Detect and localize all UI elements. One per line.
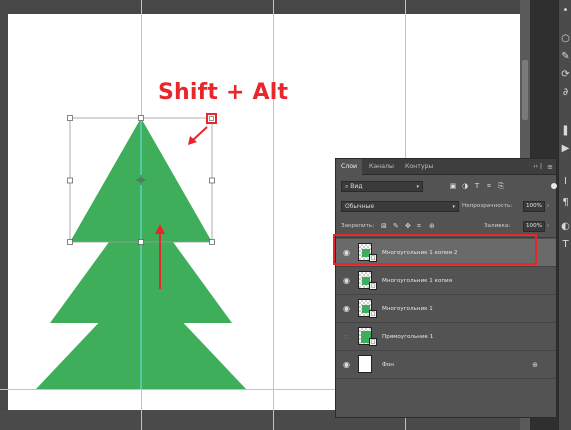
tab-channels[interactable]: Каналы (364, 159, 399, 175)
lock-all-icon[interactable]: ⊕ (429, 221, 435, 232)
tab-layers[interactable]: Слои (336, 159, 363, 175)
handle-bottom-right (209, 239, 215, 245)
arrow-diagonal-icon (188, 126, 208, 145)
play-icon[interactable]: ▶ (560, 142, 571, 156)
filter-row: ⌕ Вид ▾ ▣ ◑ T ⌗ ⎘ (341, 181, 557, 193)
panel-menu-icon[interactable]: ≡ (547, 159, 553, 175)
handle-middle-left (67, 177, 73, 184)
shortcut-hint-text: Shift + Alt (158, 80, 289, 105)
tab-paths[interactable]: Контуры (400, 159, 438, 175)
type-filter-icon[interactable]: T (473, 182, 481, 190)
opacity-input[interactable]: 100% (523, 201, 545, 212)
fill-label: Заливка: (484, 223, 511, 229)
lock-artboard-icon[interactable]: ⌗ (417, 221, 421, 232)
kind-filter-dropdown[interactable]: ⌕ Вид ▾ (341, 181, 423, 192)
layer-row[interactable]: ▫ □ Прямоугольник 1 (336, 323, 556, 351)
handle-bottom-center (138, 239, 144, 245)
layer-thumbnail (358, 355, 372, 373)
lock-image-icon[interactable]: ✎ (393, 221, 399, 232)
blend-row: Обычные ▾ Непрозрачность: 100% › (341, 201, 556, 213)
shape-layer-icon: □ (369, 338, 377, 346)
layer-row[interactable]: ◉ □ Многоугольник 1 (336, 295, 556, 323)
chevron-right-icon[interactable]: › (547, 201, 549, 212)
filter-toggle[interactable] (551, 183, 557, 189)
layer-name[interactable]: Прямоугольник 1 (382, 332, 433, 342)
layers-panel: Слои Каналы Контуры ›› | ≡ ⌕ Вид ▾ ▣ ◑ T… (335, 158, 557, 418)
kind-filter-label: Вид (350, 183, 363, 190)
layer-name[interactable]: Фон (382, 360, 394, 370)
right-tool-strip: • ○ ✎ ⟳ ∂ ❚ ▶ I ¶ ◐ T (558, 0, 571, 430)
pause-icon[interactable]: ❚ (560, 124, 571, 138)
selected-layer-highlight (333, 234, 537, 265)
layer-row[interactable]: ◉ Фон ⊕ (336, 351, 556, 379)
handle-top-right (209, 116, 214, 121)
layer-name[interactable]: Многоугольник 1 копия (382, 276, 452, 286)
eye-icon[interactable]: ◉ (342, 276, 351, 285)
dot-icon[interactable]: • (560, 4, 571, 18)
layer-name[interactable]: Многоугольник 1 (382, 304, 433, 314)
lock-row: Закрепить: ⊠ ✎ ✥ ⌗ ⊕ Заливка: 100% › (341, 221, 556, 233)
handle-bottom-left (67, 239, 73, 245)
lock-icon[interactable]: ⊕ (532, 360, 538, 370)
lock-transparent-icon[interactable]: ⊠ (381, 221, 387, 232)
lock-position-icon[interactable]: ✥ (405, 221, 411, 232)
chevron-down-icon: ▾ (416, 184, 419, 190)
chevron-right-icon[interactable]: › (547, 221, 549, 232)
swirl-icon[interactable]: ∂ (560, 86, 571, 100)
smart-object-filter-icon[interactable]: ⎘ (497, 182, 505, 190)
search-icon: ⌕ (345, 183, 349, 190)
handle-top-left (67, 115, 73, 121)
adjustment-filter-icon[interactable]: ◑ (461, 182, 469, 190)
opacity-label: Непрозрачность: (462, 203, 513, 209)
lock-label: Закрепить: (341, 223, 375, 229)
eye-icon[interactable]: ◉ (342, 304, 351, 313)
pixel-filter-icon[interactable]: ▣ (449, 182, 457, 190)
collapse-panel-icon[interactable]: ›› | (533, 159, 542, 175)
text-tool-icon[interactable]: I (560, 175, 571, 189)
panel-tabs: Слои Каналы Контуры ›› | ≡ (336, 159, 556, 175)
eye-icon[interactable]: ◉ (342, 360, 351, 369)
cycle-icon[interactable]: ⟳ (560, 68, 571, 82)
shape-layer-icon: □ (369, 282, 377, 290)
fill-input[interactable]: 100% (523, 221, 545, 232)
circle-icon[interactable]: ○ (560, 32, 571, 46)
shape-icon[interactable]: ◐ (560, 220, 571, 234)
scrollbar-thumb[interactable] (522, 60, 528, 120)
type-icon[interactable]: T (560, 238, 571, 252)
eye-hidden-icon[interactable]: ▫ (342, 332, 351, 341)
layer-row[interactable]: ◉ □ Многоугольник 1 копия (336, 267, 556, 295)
shape-layer-icon: □ (369, 310, 377, 318)
brush-icon[interactable]: ✎ (560, 50, 571, 64)
handle-top-center (138, 115, 144, 121)
blend-mode-value: Обычные (345, 203, 375, 210)
chevron-down-icon: ▾ (452, 204, 455, 210)
paragraph-icon[interactable]: ¶ (560, 196, 571, 210)
blend-mode-dropdown[interactable]: Обычные ▾ (341, 201, 459, 212)
handle-middle-right (209, 177, 215, 184)
shape-filter-icon[interactable]: ⌗ (485, 182, 493, 190)
